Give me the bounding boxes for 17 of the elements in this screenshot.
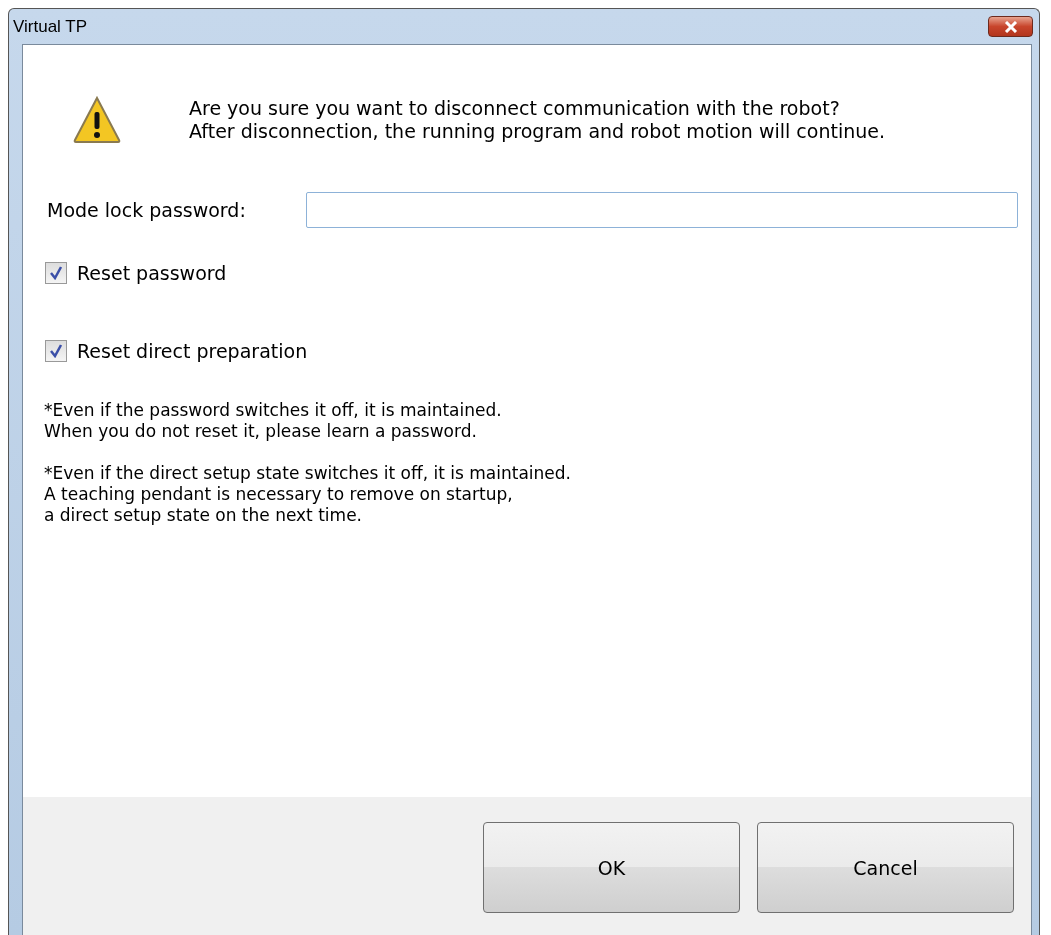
note-text: *Even if the password switches it off, it is maintained. When you do not reset it, please learn a password. [44, 400, 503, 442]
note-text: *Even if the direct setup state switches it off, it is maintained. A teaching pendant is necessary to remove on startup, a direct setup state on the next time. [44, 463, 572, 526]
password-field[interactable] [306, 192, 1018, 228]
cancel-button[interactable]: Cancel [757, 822, 1014, 913]
close-icon [1003, 20, 1018, 33]
close-button[interactable] [988, 16, 1033, 37]
check-icon [49, 266, 63, 280]
checkbox[interactable] [45, 262, 67, 284]
window-title: Virtual TP [13, 16, 88, 37]
check-icon [49, 344, 63, 358]
checkbox-label: Reset password [77, 262, 227, 284]
checkbox-label: Reset direct preparation [77, 340, 308, 362]
checkbox[interactable] [45, 340, 67, 362]
ok-button[interactable]: OK [483, 822, 740, 913]
confirmation-message: Are you sure you want to disconnect communication with the robot? After disconnection, the running program and robot motion will continue. [189, 97, 885, 143]
warning-icon [72, 95, 122, 145]
password-label: Mode lock password: [46, 199, 247, 221]
